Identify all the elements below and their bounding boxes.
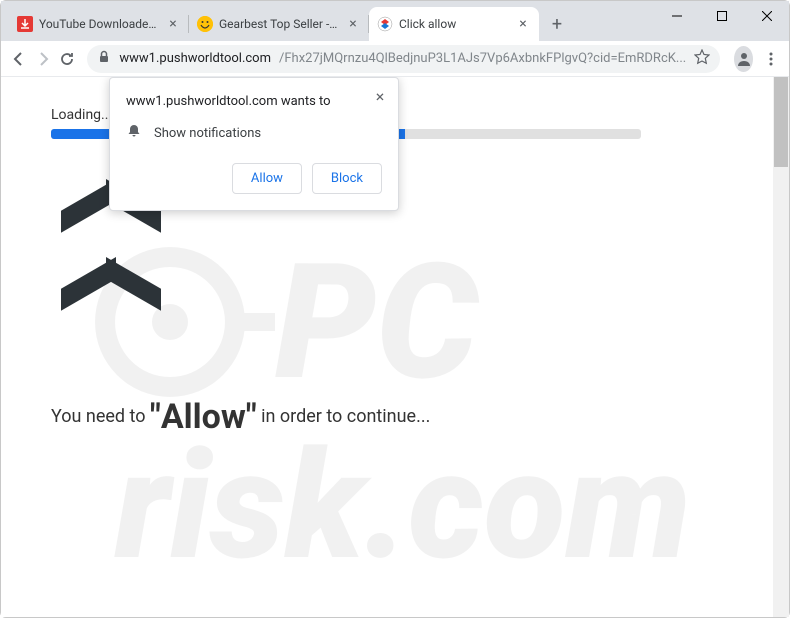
lock-icon — [97, 50, 111, 68]
toolbar: www1.pushworldtool.com/Fhx27jMQrnzu4QlBe… — [1, 41, 789, 77]
instruction-text: You need to "Allow" in order to continue… — [51, 397, 739, 437]
url-domain: www1.pushworldtool.com — [119, 51, 271, 66]
close-window-button[interactable] — [744, 1, 789, 31]
prompt-buttons: Allow Block — [126, 163, 382, 194]
bell-icon — [126, 123, 142, 143]
block-button[interactable]: Block — [312, 163, 382, 194]
text-prefix: You need to — [51, 406, 150, 427]
forward-button[interactable] — [33, 45, 53, 73]
permission-row: Show notifications — [126, 123, 382, 143]
close-icon[interactable]: × — [345, 16, 361, 32]
download-icon — [17, 16, 33, 32]
prompt-title: www1.pushworldtool.com wants to — [126, 94, 382, 109]
quote-close: " — [246, 397, 257, 437]
tab-gearbest[interactable]: Gearbest Top Seller - Dive × — [189, 7, 369, 41]
allow-button[interactable]: Allow — [232, 163, 302, 194]
maximize-button[interactable] — [699, 1, 744, 31]
smile-icon — [197, 16, 213, 32]
window-controls — [654, 1, 789, 41]
chevron-up-icon — [61, 257, 161, 307]
notification-prompt: × www1.pushworldtool.com wants to Show n… — [109, 77, 399, 211]
new-tab-button[interactable]: + — [543, 10, 571, 38]
bookmark-icon[interactable] — [694, 49, 710, 69]
tab-title: Gearbest Top Seller - Dive — [219, 17, 339, 31]
content-area: PC risk.com Loading... You need to "Allo… — [1, 77, 789, 617]
tab-title: Click allow — [399, 17, 509, 31]
close-icon[interactable]: × — [370, 86, 390, 106]
profile-button[interactable] — [734, 46, 753, 72]
titlebar: YouTube Downloader - Do × Gearbest Top S… — [1, 1, 789, 41]
minimize-button[interactable] — [654, 1, 699, 31]
permission-label: Show notifications — [154, 126, 261, 141]
close-icon[interactable]: × — [515, 16, 531, 32]
quote-open: " — [150, 397, 161, 437]
tab-title: YouTube Downloader - Do — [39, 17, 159, 31]
allow-word: Allow — [161, 397, 246, 437]
site-icon — [377, 16, 393, 32]
tab-click-allow[interactable]: Click allow × — [369, 7, 539, 41]
back-button[interactable] — [9, 45, 29, 73]
url-path: /Fhx27jMQrnzu4QlBedjnuP3L1AJs7Vp6AxbnkFP… — [279, 51, 686, 66]
tab-strip: YouTube Downloader - Do × Gearbest Top S… — [9, 7, 654, 41]
close-icon[interactable]: × — [165, 16, 181, 32]
menu-button[interactable] — [761, 45, 781, 73]
tab-youtube-downloader[interactable]: YouTube Downloader - Do × — [9, 7, 189, 41]
address-bar[interactable]: www1.pushworldtool.com/Fhx27jMQrnzu4QlBe… — [87, 45, 720, 73]
reload-button[interactable] — [57, 45, 77, 73]
text-suffix: in order to continue... — [257, 406, 431, 427]
